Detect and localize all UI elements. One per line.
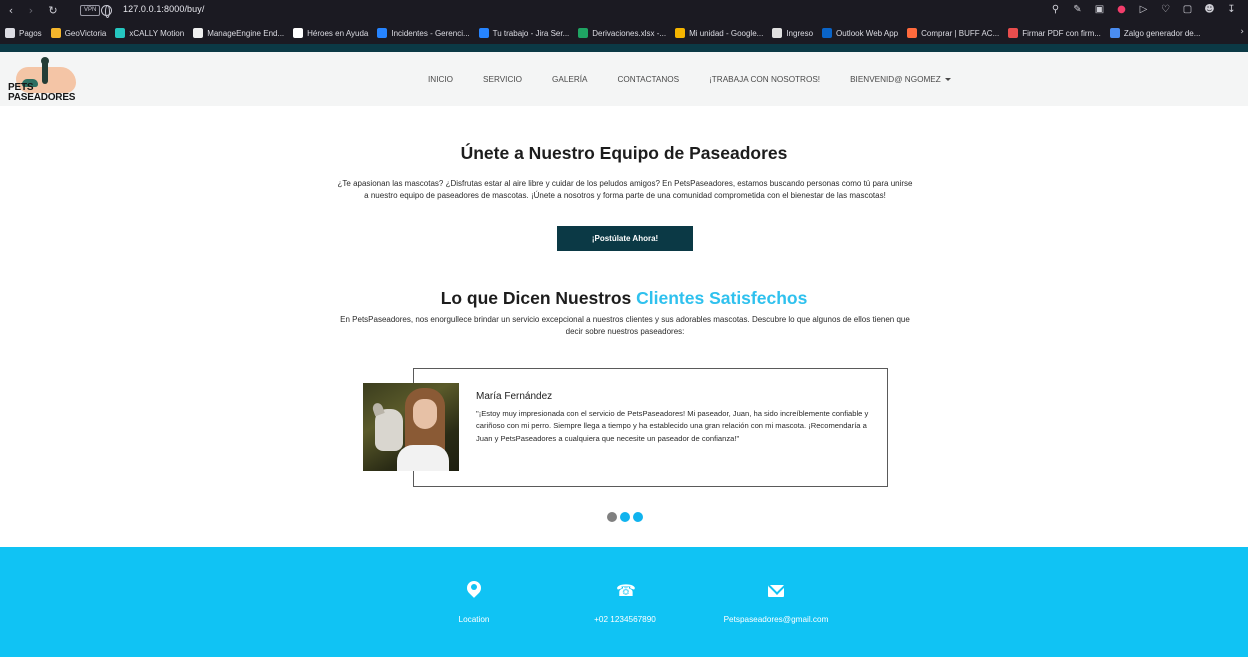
envelope-icon — [768, 585, 784, 597]
shield-icon[interactable]: ● — [1115, 3, 1128, 17]
testimonials-title-prefix: Lo que Dicen Nuestros — [440, 288, 637, 308]
bookmark-label: Tu trabajo - Jira Ser... — [492, 28, 570, 38]
download-icon[interactable]: ↧ — [1225, 3, 1238, 17]
bookmark-item[interactable]: Héroes en Ayuda — [293, 28, 368, 38]
edit-icon[interactable]: ✎ — [1071, 3, 1084, 17]
review-text: "¡Estoy muy impresionada con el servicio… — [476, 409, 869, 443]
browser-toolbar: ‹ › ↻ VPN 127.0.0.1:8000/buy/ ⚲ ✎ ▣ ● ▷ … — [0, 0, 1248, 22]
bookmark-favicon-icon — [293, 28, 304, 38]
bookmark-label: Firmar PDF con firm... — [1022, 28, 1101, 38]
bookmark-item[interactable]: Tu trabajo - Jira Ser... — [478, 28, 570, 38]
bookmark-favicon-icon — [578, 28, 589, 38]
bookmark-item[interactable]: GeoVictoria — [50, 28, 107, 38]
folder-icon — [5, 28, 15, 38]
bookmark-favicon-icon — [478, 28, 489, 38]
site-navbar: PETS PASEADORES INICIO SERVICIO GALERÍA … — [0, 52, 1248, 106]
bookmark-favicon-icon — [377, 28, 388, 38]
bookmark-favicon-icon — [193, 28, 204, 38]
site-logo[interactable]: PETS PASEADORES — [8, 57, 80, 107]
browser-actions: ⚲ ✎ ▣ ● ▷ ♡ ▢ ☻ ↧ — [1049, 3, 1238, 17]
logo-person-icon — [42, 60, 48, 84]
nav-link-contactanos[interactable]: CONTACTANOS — [618, 75, 680, 84]
back-icon[interactable]: ‹ — [4, 4, 18, 18]
bookmark-item[interactable]: Comprar | BUFF AC... — [907, 28, 999, 38]
bookmark-favicon-icon — [907, 28, 918, 38]
logo-line-2: PASEADORES — [8, 92, 76, 103]
bookmark-label: Outlook Web App — [836, 28, 899, 38]
bookmark-label: Ingreso — [786, 28, 814, 38]
forward-icon[interactable]: › — [24, 4, 38, 18]
bookmark-label: Pagos — [19, 28, 42, 38]
apply-now-button[interactable]: ¡Postúlate Ahora! — [557, 226, 693, 251]
carousel-dot-1[interactable] — [607, 512, 617, 522]
bookmark-item[interactable]: Pagos — [5, 28, 42, 38]
carousel-indicators — [607, 512, 643, 522]
reviewer-photo — [363, 383, 459, 471]
carousel-dot-2[interactable] — [620, 512, 630, 522]
search-icon[interactable]: ⚲ — [1049, 3, 1062, 17]
vpn-badge[interactable]: VPN — [80, 5, 101, 16]
bookmark-label: GeoVictoria — [64, 28, 107, 38]
bookmark-item[interactable]: Zalgo generador de... — [1109, 28, 1201, 38]
bookmark-favicon-icon — [675, 28, 686, 38]
bookmark-label: Héroes en Ayuda — [307, 28, 369, 38]
nav-link-trabaja[interactable]: ¡TRABAJA CON NOSOTROS! — [709, 75, 820, 84]
bookmark-label: Zalgo generador de... — [1123, 28, 1201, 38]
bookmark-item[interactable]: Mi unidad - Google... — [675, 28, 763, 38]
carousel-dot-3[interactable] — [633, 512, 643, 522]
phone-icon: ☎ — [616, 581, 636, 600]
location-pin-icon — [464, 578, 484, 601]
footer-phone[interactable]: +02 1234567890 — [575, 615, 675, 624]
bookmark-favicon-icon — [772, 28, 783, 38]
bookmark-favicon-icon — [1008, 28, 1019, 38]
nav-link-servicio[interactable]: SERVICIO — [483, 75, 522, 84]
footer-location[interactable]: Location — [434, 615, 514, 624]
join-description: ¿Te apasionan las mascotas? ¿Disfrutas e… — [337, 179, 913, 200]
user-menu-dropdown[interactable]: BIENVENID@ NGOMEZ — [850, 75, 951, 84]
bookmark-item[interactable]: Derivaciones.xlsx -... — [578, 28, 666, 38]
play-icon[interactable]: ▷ — [1137, 3, 1150, 17]
bookmark-favicon-icon — [1109, 28, 1120, 38]
bookmark-label: Comprar | BUFF AC... — [921, 28, 1000, 38]
site-footer — [0, 547, 1248, 657]
bookmark-item[interactable]: xCALLY Motion — [115, 28, 184, 38]
bookmark-label: Incidentes - Gerenci... — [391, 28, 470, 38]
heart-icon[interactable]: ♡ — [1159, 3, 1172, 17]
bookmark-label: Mi unidad - Google... — [689, 28, 764, 38]
footer-email[interactable]: Petspaseadores@gmail.com — [706, 615, 846, 624]
bookmark-label: xCALLY Motion — [129, 28, 185, 38]
footer-bottom-strip — [0, 657, 1248, 661]
testimonials-description: En PetsPaseadores, nos enorgullece brind… — [340, 315, 910, 336]
bookmark-favicon-icon — [822, 28, 833, 38]
testimonials-title-highlight: Clientes Satisfechos — [636, 288, 808, 308]
bookmark-item[interactable]: Ingreso — [772, 28, 813, 38]
testimonials-title: Lo que Dicen Nuestros Clientes Satisfech… — [0, 288, 1248, 309]
nav-link-inicio[interactable]: INICIO — [428, 75, 453, 84]
bookmarks-overflow-icon[interactable]: › — [1240, 27, 1244, 37]
user-menu-label: BIENVENID@ NGOMEZ — [850, 75, 941, 84]
logo-text: PETS PASEADORES — [8, 83, 75, 103]
bookmark-item[interactable]: Incidentes - Gerenci... — [377, 28, 470, 38]
bookmark-label: ManageEngine End... — [207, 28, 285, 38]
reload-icon[interactable]: ↻ — [46, 4, 60, 18]
bookmark-favicon-icon — [115, 28, 126, 38]
box-icon[interactable]: ▢ — [1181, 3, 1194, 17]
bookmarks-bar: Pagos GeoVictoria xCALLY Motion ManageEngin… — [0, 22, 1248, 44]
camera-icon[interactable]: ▣ — [1093, 3, 1106, 17]
bookmark-item[interactable]: Outlook Web App — [822, 28, 898, 38]
address-bar[interactable]: 127.0.0.1:8000/buy/ — [123, 4, 204, 14]
profile-icon[interactable]: ☻ — [1203, 3, 1216, 17]
reviewer-name: María Fernández — [476, 391, 553, 402]
bookmark-label: Derivaciones.xlsx -... — [592, 28, 667, 38]
bookmark-item[interactable]: Firmar PDF con firm... — [1008, 28, 1101, 38]
site-info-icon[interactable] — [101, 5, 112, 18]
bookmark-favicon-icon — [50, 28, 61, 38]
top-accent-strip — [0, 44, 1248, 52]
nav-menu: INICIO SERVICIO GALERÍA CONTACTANOS ¡TRA… — [428, 75, 981, 84]
bookmark-item[interactable]: ManageEngine End... — [193, 28, 284, 38]
nav-link-galeria[interactable]: GALERÍA — [552, 75, 588, 84]
caret-down-icon — [944, 78, 951, 82]
join-title: Únete a Nuestro Equipo de Paseadores — [460, 143, 788, 163]
